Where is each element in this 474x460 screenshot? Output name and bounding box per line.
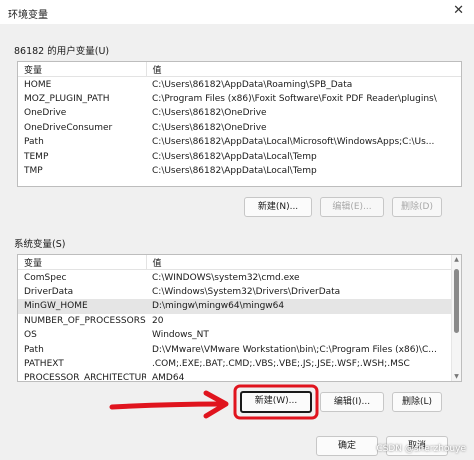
red-arrow-icon bbox=[109, 401, 225, 410]
red-highlight-box bbox=[233, 384, 319, 420]
watermark: CSDN @sherzhouye bbox=[376, 444, 466, 454]
red-annotation-overlay bbox=[109, 384, 319, 420]
